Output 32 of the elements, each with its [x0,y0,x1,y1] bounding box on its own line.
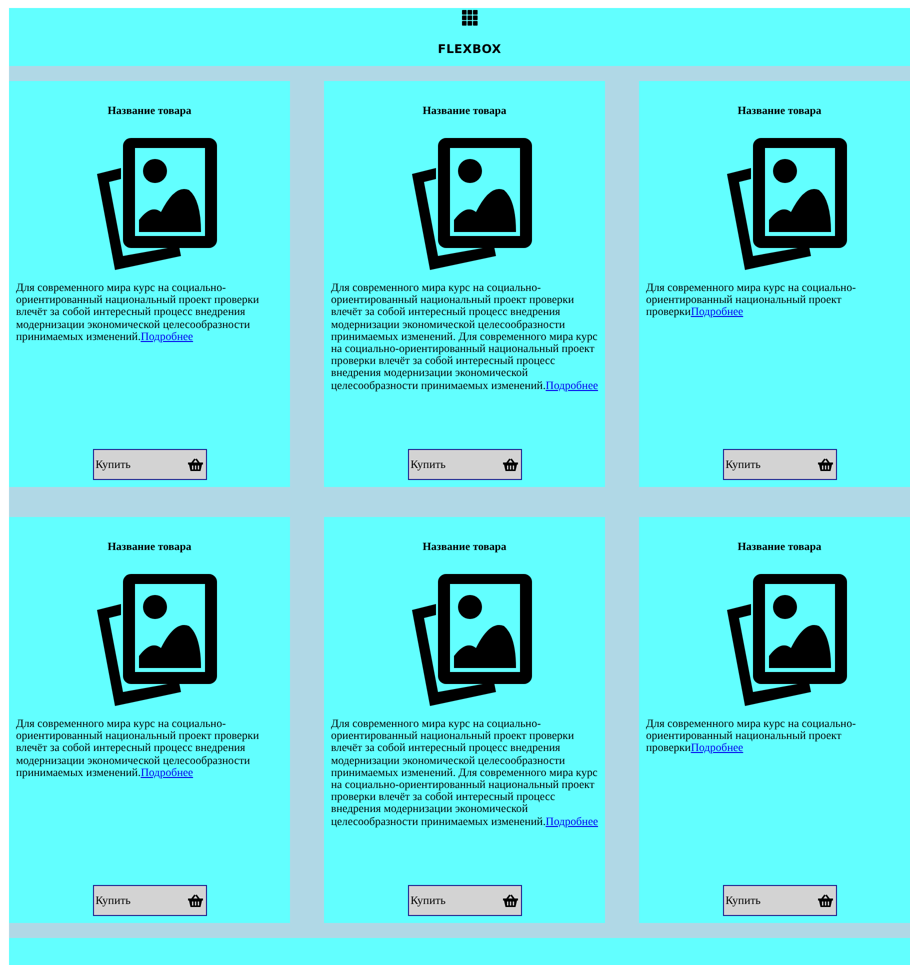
basket-icon [188,458,202,471]
product-description: Для современного мира курс на социально-ориентированный национальный проект проверки влечёт за собой интересный процесс внедрения модернизации экономической целесообразности принимаемых изменений.Подробнее [15,718,260,780]
product-description: Для современного мира курс на социально-ориентированный национальный проект проверкиПодробнее [645,718,857,755]
buy-button[interactable]: Купить [408,885,522,916]
product-description: Для современного мира курс на социально-ориентированный национальный проект проверки влечёт за собой интересный процесс внедрения модернизации экономической целесообразности принимаемых изменений. Для современного мира курс на социально-ориентированный национальный проект проверки влечёт за собой интересный процесс внедрения модернизации экономической целесообразности принимаемых изменений.Подробнее [330,282,600,392]
more-link[interactable]: Подробнее [140,330,194,343]
basket-icon [818,894,832,907]
more-link[interactable]: Подробнее [690,742,744,754]
more-link[interactable]: Подробнее [690,306,744,318]
more-link[interactable]: Подробнее [546,380,598,392]
basket-icon [818,458,832,471]
more-link[interactable]: Подробнее [546,816,598,828]
page-title: FLEXBOX [438,42,502,56]
product-title: Название товара [422,105,506,117]
more-link[interactable]: Подробнее [140,766,194,779]
product-description: Для современного мира курс на социально-ориентированный национальный проект проверки влечёт за собой интересный процесс внедрения модернизации экономической целесообразности принимаемых изменений.Подробнее [15,282,260,344]
buy-button[interactable]: Купить [92,885,206,916]
buy-button[interactable]: Купить [408,449,522,480]
buy-button[interactable]: Купить [722,885,836,916]
buy-button[interactable]: Купить [722,449,836,480]
product-title: Название товара [108,105,192,117]
product-title: Название товара [108,541,192,553]
product-description: Для современного мира курс на социально-ориентированный национальный проект проверки влечёт за собой интересный процесс внедрения модернизации экономической целесообразности принимаемых изменений. Для современного мира курс на социально-ориентированный национальный проект проверки влечёт за собой интересный процесс внедрения модернизации экономической целесообразности принимаемых изменений.Подробнее [330,718,600,828]
product-title: Название товара [738,105,822,117]
grid-icon [462,10,478,26]
basket-icon [502,894,518,907]
product-title: Название товара [422,541,506,553]
product-description: Для современного мира курс на социально-ориентированный национальный проект проверкиПодробнее [645,282,857,319]
basket-icon [188,894,202,907]
buy-button[interactable]: Купить [92,449,206,480]
basket-icon [502,458,518,471]
product-title: Название товара [738,541,822,553]
